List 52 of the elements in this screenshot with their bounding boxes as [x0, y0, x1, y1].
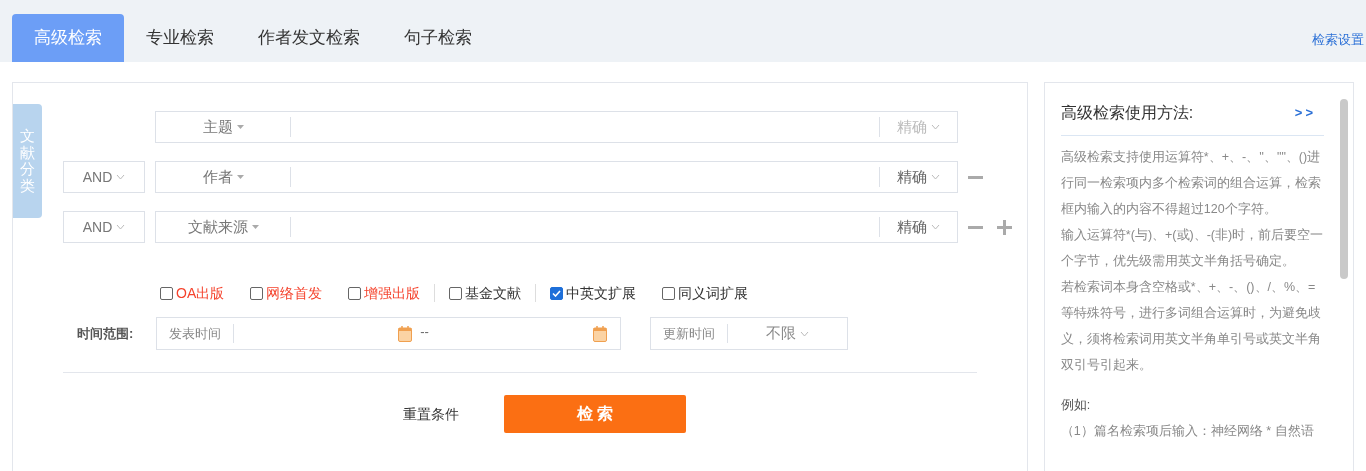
chevron-down-icon [116, 174, 126, 180]
help-paragraph: 输入运算符*(与)、+(或)、-(非)时，前后要空一个字节，优先级需用英文半角括号确定。 [1060, 227, 1324, 270]
checkbox-label: 增强出版 [364, 283, 421, 303]
search-input-field[interactable]: 作者 精确 [155, 161, 958, 193]
checkbox-label: 基金文献 [465, 283, 522, 303]
scrollbar-thumb[interactable] [1340, 99, 1348, 279]
help-paragraph: 若检索词本身含空格或*、+、-、()、/、%、=等特殊符号，进行多词组合运算时，为避免歧义，须将检索词用英文半角单引号或英文半角双引号引起来。 [1060, 279, 1322, 374]
help-paragraph: 高级检索支持使用运算符*、+、-、''、""、()进行同一检索项内多个检索词的组合运算，检索框内输入的内容不得超过120个字符。 [1060, 149, 1322, 218]
example-title: 例如: [1060, 397, 1092, 414]
update-time-label: 更新时间 [651, 323, 728, 344]
checkbox[interactable] [348, 286, 362, 300]
tab[interactable]: 高级检索 [12, 14, 124, 62]
logic-select[interactable]: AND [63, 211, 145, 243]
search-settings-link[interactable]: 检索设置 [1312, 30, 1364, 50]
dropdown-caret-icon [236, 125, 244, 129]
example-line: （1）篇名检索项后输入：神经网络 * 自然语 [1060, 423, 1315, 440]
reset-button[interactable]: 重置条件 [403, 403, 459, 425]
match-select[interactable]: 精确 [879, 217, 957, 237]
field-select[interactable]: 文献来源 [156, 217, 291, 237]
chevron-down-icon [931, 224, 940, 230]
checkbox[interactable] [550, 286, 564, 300]
field-select[interactable]: 主题 [156, 117, 291, 137]
publish-time-label: 发表时间 [157, 323, 234, 344]
update-time-value: 不限 [728, 322, 847, 345]
tab[interactable]: 专业检索 [124, 14, 236, 62]
checkbox[interactable] [449, 286, 463, 300]
update-time-select[interactable]: 更新时间 不限 [650, 317, 848, 350]
tab[interactable]: 句子检索 [382, 14, 494, 62]
chevron-down-icon [800, 330, 809, 337]
dropdown-caret-icon [251, 225, 259, 229]
checkbox-label: OA出版 [176, 283, 225, 303]
checkbox-label: 中英文扩展 [566, 283, 637, 303]
checkbox[interactable] [662, 286, 676, 300]
chevron-down-icon [931, 174, 940, 180]
time-range-label: 时间范围: [76, 324, 135, 343]
search-input-field[interactable]: 主题 精确 [155, 111, 958, 143]
chevron-down-icon [116, 224, 126, 230]
search-button[interactable]: 检 索 [504, 395, 686, 433]
logic-select[interactable]: AND [63, 161, 145, 193]
checkbox[interactable] [250, 286, 264, 300]
help-title: 高级检索使用方法: [1060, 103, 1194, 123]
tab[interactable]: 作者发文检索 [236, 14, 382, 62]
checkbox[interactable] [160, 286, 173, 300]
expand-link[interactable]: >> [1294, 103, 1316, 123]
dropdown-caret-icon [236, 175, 244, 179]
checkbox-label: 网络首发 [266, 283, 323, 303]
match-select[interactable]: 精确 [879, 167, 957, 187]
search-input-field[interactable]: 文献来源 精确 [155, 211, 958, 243]
range-separator: -- [420, 323, 429, 341]
checkbox-label: 同义词扩展 [678, 283, 749, 303]
chevron-down-icon [931, 124, 940, 130]
field-select[interactable]: 作者 [156, 167, 291, 187]
